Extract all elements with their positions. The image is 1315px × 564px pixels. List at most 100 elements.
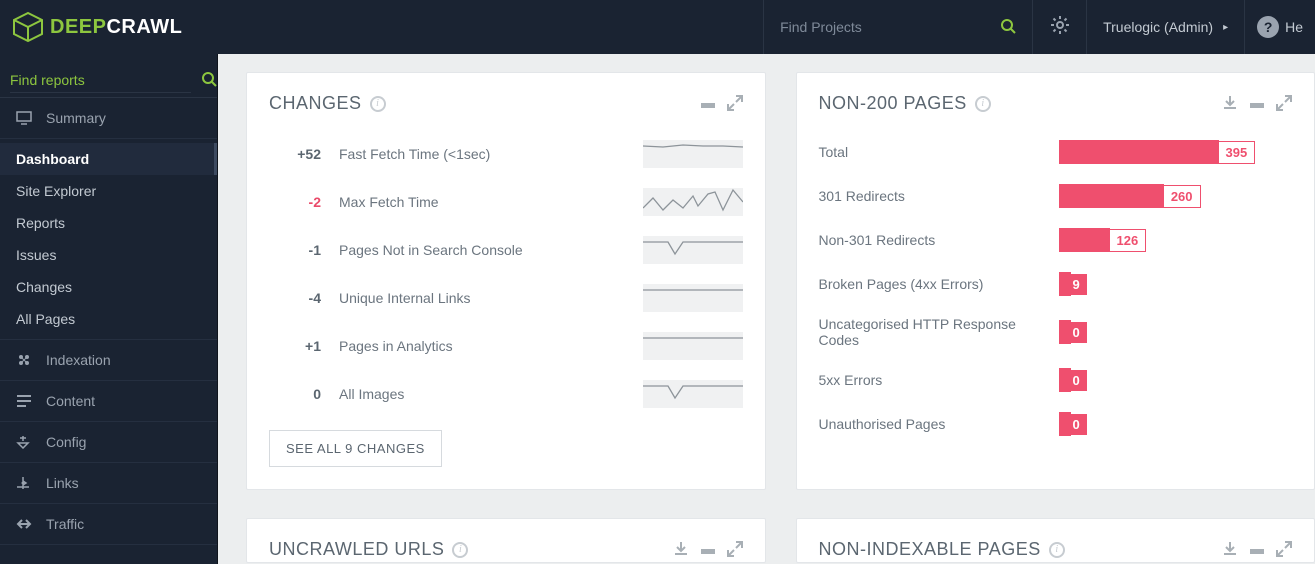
bar-value: 0: [1066, 322, 1087, 343]
bar-row[interactable]: 301 Redirects260: [819, 174, 1293, 218]
card-changes: CHANGES i +52Fast Fetch Time (<1sec)-2Ma…: [246, 72, 766, 490]
card-title: NON-200 PAGES: [819, 93, 967, 114]
links-icon: [16, 476, 38, 490]
sidebar-section-label: Summary: [46, 110, 106, 126]
bar-value: 9: [1066, 274, 1087, 295]
main-content: CHANGES i +52Fast Fetch Time (<1sec)-2Ma…: [218, 54, 1315, 564]
search-icon[interactable]: [201, 71, 217, 90]
sparkline: [643, 188, 743, 216]
bar-row[interactable]: Unauthorised Pages0: [819, 402, 1293, 446]
find-projects-placeholder: Find Projects: [780, 19, 862, 35]
expand-button[interactable]: [1276, 95, 1292, 113]
minimize-button[interactable]: [1250, 541, 1264, 559]
sidebar-section-summary[interactable]: Summary: [0, 98, 217, 139]
sidebar-section-indexation[interactable]: Indexation: [0, 340, 217, 381]
help-button[interactable]: ? He: [1245, 0, 1315, 54]
sidebar-section-label: Links: [46, 475, 79, 491]
bar-track: 0: [1059, 320, 1293, 344]
bar-label: Broken Pages (4xx Errors): [819, 276, 1059, 292]
sparkline: [643, 236, 743, 264]
sidebar-section-label: Indexation: [46, 352, 111, 368]
bar-track: 0: [1059, 412, 1293, 436]
user-label: Truelogic (Admin): [1103, 19, 1213, 35]
sidebar-item-site-explorer[interactable]: Site Explorer: [0, 175, 217, 207]
sidebar-item-issues[interactable]: Issues: [0, 239, 217, 271]
sparkline: [643, 380, 743, 408]
sidebar-item-all-pages[interactable]: All Pages: [0, 303, 217, 335]
changes-row[interactable]: +52Fast Fetch Time (<1sec): [269, 130, 743, 178]
bar-fill: [1059, 140, 1219, 164]
minimize-button[interactable]: [701, 95, 715, 113]
settings-button[interactable]: [1033, 0, 1087, 54]
dash-icon: [1250, 103, 1264, 108]
info-icon[interactable]: i: [452, 542, 468, 558]
expand-button[interactable]: [1276, 541, 1292, 559]
sidebar-item-reports[interactable]: Reports: [0, 207, 217, 239]
logo[interactable]: DEEPCRAWL: [0, 11, 218, 43]
find-reports-input[interactable]: [10, 68, 191, 93]
bar-track: 9: [1059, 272, 1293, 296]
download-button[interactable]: [673, 541, 689, 559]
changes-row[interactable]: -1Pages Not in Search Console: [269, 226, 743, 274]
sidebar-section-label: Content: [46, 393, 95, 409]
bar-fill: [1059, 184, 1164, 208]
sidebar-item-dashboard[interactable]: Dashboard: [0, 143, 217, 175]
sidebar-section-traffic[interactable]: Traffic: [0, 504, 217, 545]
info-icon[interactable]: i: [370, 96, 386, 112]
sparkline: [643, 284, 743, 312]
find-reports-row: [0, 54, 217, 98]
expand-button[interactable]: [727, 541, 743, 559]
content-icon: [16, 394, 38, 408]
sidebar-item-changes[interactable]: Changes: [0, 271, 217, 303]
change-label: Unique Internal Links: [339, 290, 643, 306]
bar-label: Non-301 Redirects: [819, 232, 1059, 248]
changes-row[interactable]: +1Pages in Analytics: [269, 322, 743, 370]
user-menu[interactable]: Truelogic (Admin) ▸: [1087, 0, 1245, 54]
change-delta: -4: [269, 290, 339, 306]
bar-value: 126: [1109, 229, 1147, 252]
change-label: Pages in Analytics: [339, 338, 643, 354]
card-title: UNCRAWLED URLS: [269, 539, 444, 560]
bar-row[interactable]: Broken Pages (4xx Errors) 9: [819, 262, 1293, 306]
find-projects-search[interactable]: Find Projects: [763, 0, 1033, 54]
help-label: He: [1285, 19, 1303, 35]
change-label: Max Fetch Time: [339, 194, 643, 210]
sidebar-section-config[interactable]: Config: [0, 422, 217, 463]
config-icon: [16, 435, 38, 449]
change-label: All Images: [339, 386, 643, 402]
expand-button[interactable]: [727, 95, 743, 113]
sparkline: [643, 140, 743, 168]
download-button[interactable]: [1222, 95, 1238, 113]
bar-label: 301 Redirects: [819, 188, 1059, 204]
bar-fill: [1059, 228, 1110, 252]
sidebar-section-content[interactable]: Content: [0, 381, 217, 422]
bar-track: 0: [1059, 368, 1293, 392]
sidebar-section-label: Traffic: [46, 516, 84, 532]
changes-row[interactable]: 0All Images: [269, 370, 743, 418]
changes-row[interactable]: -2Max Fetch Time: [269, 178, 743, 226]
logo-text: DEEPCRAWL: [50, 16, 182, 39]
bar-label: Uncategorised HTTP Response Codes: [819, 316, 1059, 348]
question-icon: ?: [1257, 16, 1279, 38]
dash-icon: [701, 549, 715, 554]
info-icon[interactable]: i: [1049, 542, 1065, 558]
see-all-changes-button[interactable]: SEE ALL 9 CHANGES: [269, 430, 442, 467]
change-delta: -1: [269, 242, 339, 258]
bar-row[interactable]: Uncategorised HTTP Response Codes 0: [819, 306, 1293, 358]
indexation-icon: [16, 352, 38, 368]
info-icon[interactable]: i: [975, 96, 991, 112]
bar-row[interactable]: 5xx Errors0: [819, 358, 1293, 402]
download-button[interactable]: [1222, 541, 1238, 559]
monitor-icon: [16, 111, 38, 125]
sidebar-section-links[interactable]: Links: [0, 463, 217, 504]
bar-value: 0: [1066, 414, 1087, 435]
minimize-button[interactable]: [701, 541, 715, 559]
minimize-button[interactable]: [1250, 95, 1264, 113]
bar-row[interactable]: Total395: [819, 130, 1293, 174]
bar-value: 395: [1218, 141, 1256, 164]
change-delta: +1: [269, 338, 339, 354]
search-icon: [1000, 18, 1016, 37]
traffic-icon: [16, 517, 38, 531]
bar-row[interactable]: Non-301 Redirects 126: [819, 218, 1293, 262]
changes-row[interactable]: -4Unique Internal Links: [269, 274, 743, 322]
